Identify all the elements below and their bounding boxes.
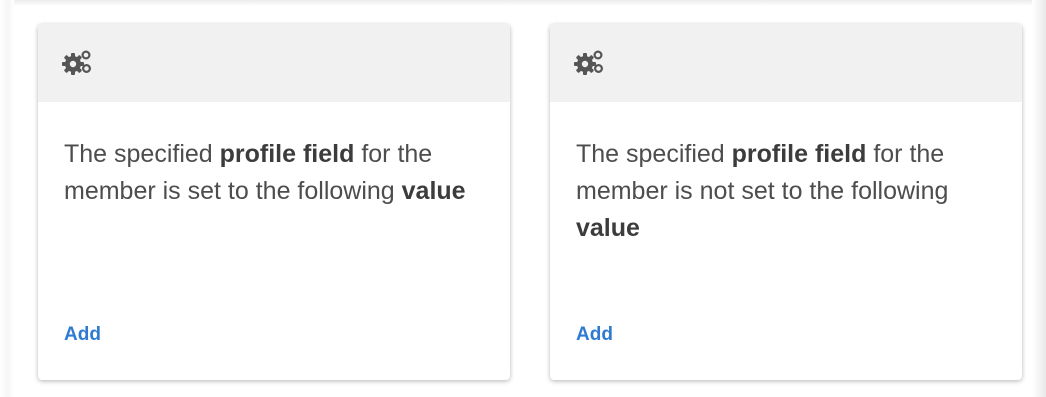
page-frame: The specified profile field for the memb…	[0, 0, 1046, 397]
frame-left-edge	[0, 0, 14, 397]
frame-right-edge	[1032, 0, 1046, 397]
description-text-start: The specified	[64, 140, 220, 168]
add-link[interactable]: Add	[576, 324, 613, 345]
card-header	[38, 24, 510, 102]
condition-card-field-not-set: The specified profile field for the memb…	[550, 24, 1022, 380]
frame-top-edge	[12, 0, 1046, 6]
card-description: The specified profile field for the memb…	[550, 102, 1022, 324]
description-bold-profile-field: profile field	[219, 140, 355, 168]
condition-card-field-set: The specified profile field for the memb…	[38, 24, 510, 380]
cogs-icon	[62, 50, 92, 75]
card-footer: Add	[550, 324, 1022, 346]
cogs-icon	[574, 50, 604, 75]
description-text-start: The specified	[576, 140, 732, 168]
card-header	[550, 24, 1022, 102]
description-bold-value: value	[576, 214, 640, 242]
add-link[interactable]: Add	[64, 324, 101, 345]
card-description: The specified profile field for the memb…	[38, 102, 510, 324]
card-footer: Add	[38, 324, 510, 346]
description-bold-profile-field: profile field	[731, 140, 867, 168]
description-bold-value: value	[401, 177, 466, 205]
